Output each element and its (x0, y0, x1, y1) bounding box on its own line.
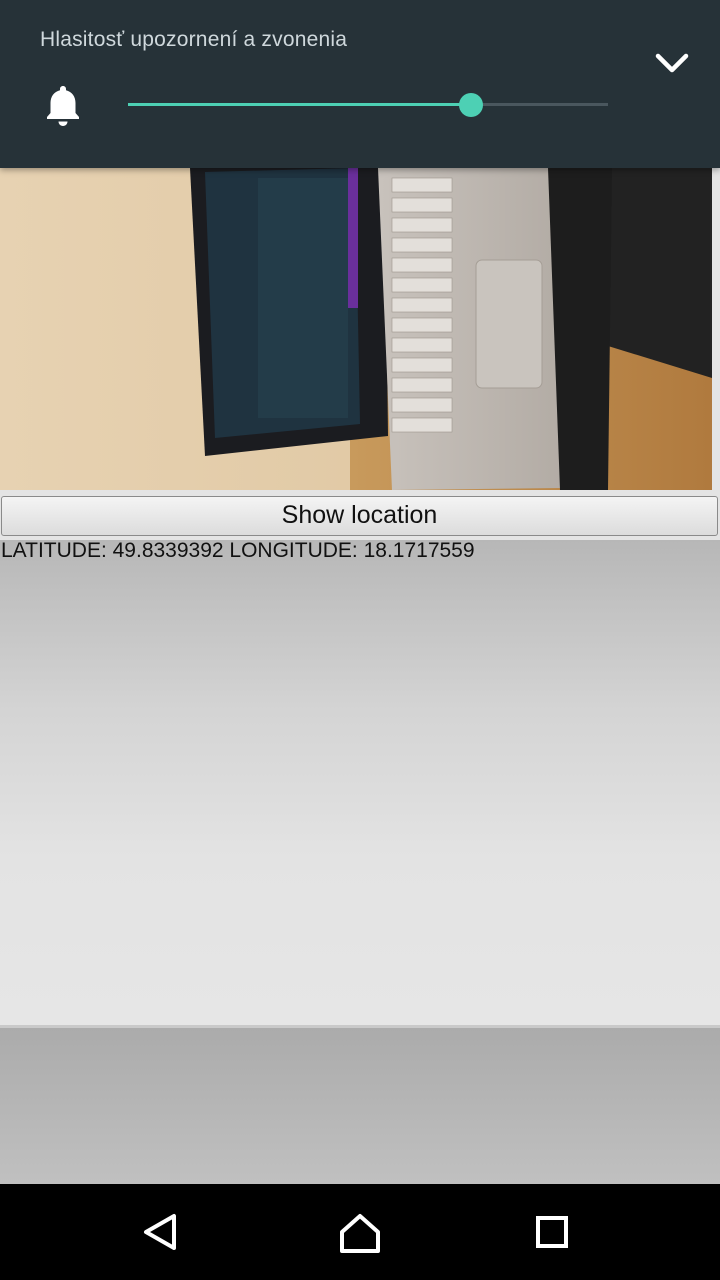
navigation-bar (0, 1184, 720, 1280)
slider-fill (128, 103, 471, 106)
captured-photo (0, 168, 712, 490)
recents-icon (536, 1216, 568, 1248)
content-background-lower (0, 1028, 720, 1184)
volume-slider[interactable] (128, 92, 608, 118)
bell-icon[interactable] (42, 82, 84, 128)
laptop-photo (0, 168, 712, 490)
home-icon (340, 1214, 380, 1253)
content-background (0, 540, 720, 1028)
back-button[interactable] (130, 1206, 190, 1258)
chevron-down-icon (655, 53, 689, 73)
home-button[interactable] (330, 1206, 390, 1258)
volume-panel: Hlasitosť upozornení a zvonenia (0, 0, 720, 168)
slider-thumb[interactable] (459, 93, 483, 117)
collapse-button[interactable] (650, 44, 694, 84)
volume-title: Hlasitosť upozornení a zvonenia (40, 28, 348, 51)
show-location-button[interactable]: Show location (1, 496, 718, 536)
recents-button[interactable] (522, 1206, 582, 1258)
coordinates-text: LATITUDE: 49.8339392 LONGITUDE: 18.17175… (1, 539, 475, 562)
back-icon (144, 1214, 176, 1250)
